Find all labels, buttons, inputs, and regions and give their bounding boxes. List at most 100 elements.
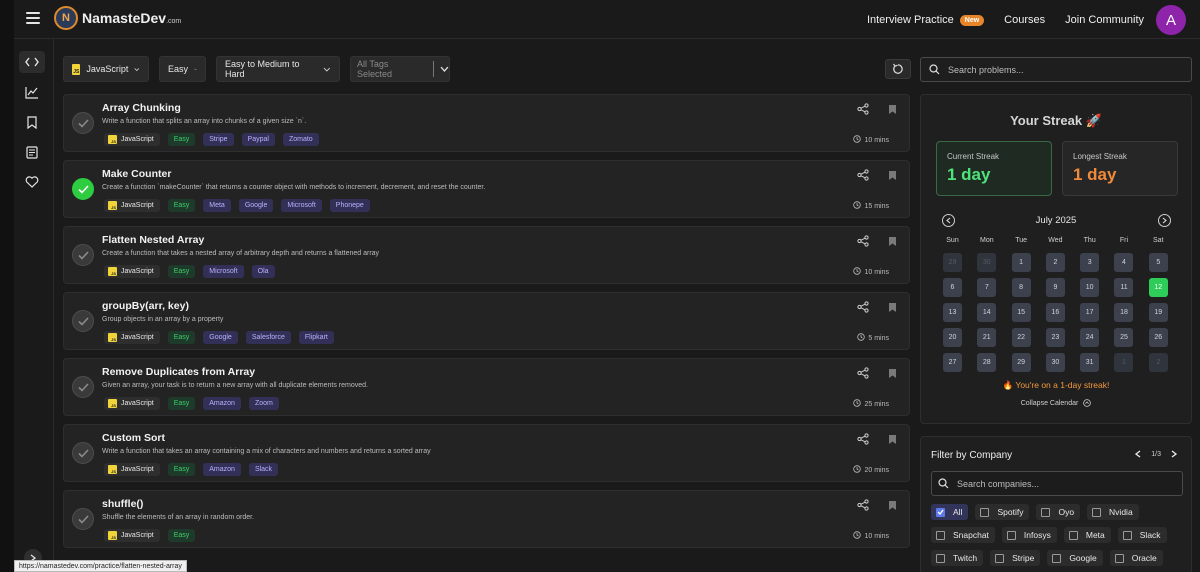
chevron-left-icon[interactable] (1135, 450, 1141, 458)
calendar-day[interactable]: 2 (1045, 253, 1065, 272)
next-month-button[interactable] (1158, 214, 1171, 227)
calendar-day[interactable]: 10 (1080, 278, 1100, 297)
problem-title[interactable]: Flatten Nested Array (102, 234, 204, 246)
checkbox[interactable] (1068, 530, 1078, 540)
checkbox[interactable] (1041, 507, 1051, 517)
share-icon[interactable] (857, 366, 869, 384)
calendar-day[interactable]: 3 (1080, 253, 1100, 272)
company-chip[interactable]: Spotify (975, 504, 1030, 520)
calendar-day[interactable]: 23 (1045, 328, 1065, 347)
calendar-day[interactable]: 19 (1148, 303, 1168, 322)
chevron-right-icon[interactable] (1171, 450, 1177, 458)
checkbox[interactable] (936, 553, 945, 563)
problem-row[interactable]: Custom Sort Write a function that takes a… (63, 424, 910, 482)
problem-title[interactable]: Make Counter (102, 168, 171, 180)
difficulty-dropdown[interactable]: Easy (159, 56, 206, 82)
problem-title[interactable]: shuffle() (102, 498, 143, 510)
range-dropdown[interactable]: Easy to Medium to Hard (216, 56, 340, 82)
calendar-day[interactable]: 2 (1148, 353, 1168, 372)
problem-title[interactable]: Array Chunking (102, 102, 181, 114)
problem-title[interactable]: Remove Duplicates from Array (102, 366, 255, 378)
calendar-day[interactable]: 13 (943, 303, 962, 322)
problem-title[interactable]: Custom Sort (102, 432, 165, 444)
calendar-day[interactable]: 1 (1011, 253, 1031, 272)
problem-row[interactable]: Flatten Nested Array Create a function th… (63, 226, 910, 284)
calendar-day[interactable]: 5 (1148, 253, 1168, 272)
problem-row[interactable]: Remove Duplicates from Array Given an arr… (63, 358, 910, 416)
checkbox[interactable] (1092, 507, 1102, 517)
calendar-day[interactable]: 7 (977, 278, 997, 297)
calendar-day[interactable]: 24 (1080, 328, 1100, 347)
checkbox[interactable] (1006, 530, 1016, 540)
calendar-day[interactable]: 16 (1045, 303, 1065, 322)
company-chip[interactable]: Google (1047, 550, 1103, 566)
calendar-day[interactable]: 30 (977, 253, 997, 272)
chart-icon[interactable] (19, 81, 45, 103)
calendar-day[interactable]: 21 (977, 328, 997, 347)
company-chip[interactable]: Oyo (1036, 504, 1081, 520)
problem-row[interactable]: Make Counter Create a function `makeCount… (63, 160, 910, 218)
share-icon[interactable] (857, 168, 869, 186)
bookmark-icon[interactable] (888, 102, 897, 120)
calendar-day[interactable]: 8 (1011, 278, 1031, 297)
company-chip[interactable]: Infosys (1001, 527, 1057, 543)
company-chip[interactable]: All (931, 504, 969, 520)
calendar-day[interactable]: 29 (1011, 353, 1031, 372)
problem-row[interactable]: shuffle() Shuffle the elements of an arra… (63, 490, 910, 548)
bookmark-icon[interactable] (888, 300, 897, 318)
checkbox[interactable] (936, 530, 945, 540)
checkbox[interactable] (995, 553, 1005, 563)
share-icon[interactable] (857, 102, 869, 120)
reset-filters-button[interactable] (885, 59, 911, 79)
problem-row[interactable]: Array Chunking Write a function that spli… (63, 94, 910, 152)
menu-icon[interactable] (26, 12, 40, 25)
checkbox[interactable] (936, 507, 945, 517)
bookmark-icon[interactable] (888, 234, 897, 252)
calendar-day-active[interactable]: 12 (1148, 278, 1168, 297)
calendar-day[interactable]: 11 (1114, 278, 1134, 297)
calendar-day[interactable]: 28 (977, 353, 997, 372)
checkbox[interactable] (1122, 530, 1132, 540)
problem-title[interactable]: groupBy(arr, key) (102, 300, 189, 312)
calendar-day[interactable]: 1 (1114, 353, 1134, 372)
company-chip[interactable]: Nvidia (1087, 504, 1139, 520)
bookmark-icon[interactable] (888, 432, 897, 450)
company-chip[interactable]: Meta (1063, 527, 1111, 543)
calendar-day[interactable]: 29 (943, 253, 962, 272)
bookmark-icon[interactable] (19, 111, 45, 133)
calendar-day[interactable]: 25 (1114, 328, 1134, 347)
company-chip[interactable]: Stripe (990, 550, 1041, 566)
share-icon[interactable] (857, 300, 869, 318)
bookmark-icon[interactable] (888, 168, 897, 186)
share-icon[interactable] (857, 498, 869, 516)
avatar[interactable]: A (1156, 5, 1186, 35)
checkbox[interactable] (980, 507, 990, 517)
checkbox[interactable] (1052, 553, 1062, 563)
company-chip[interactable]: Slack (1117, 527, 1167, 543)
bookmark-icon[interactable] (888, 366, 897, 384)
search-input[interactable] (948, 64, 1178, 75)
collapse-calendar-button[interactable]: Collapse Calendar (921, 399, 1191, 407)
notes-icon[interactable] (19, 141, 45, 163)
logo[interactable]: N NamasteDev.com (54, 6, 181, 30)
calendar-day[interactable]: 14 (977, 303, 997, 322)
company-chip[interactable]: Snapchat (931, 527, 995, 543)
bookmark-icon[interactable] (888, 498, 897, 516)
calendar-day[interactable]: 22 (1011, 328, 1031, 347)
calendar-day[interactable]: 9 (1045, 278, 1065, 297)
checkbox[interactable] (1114, 553, 1124, 563)
company-chip[interactable]: Twitch (931, 550, 984, 566)
calendar-day[interactable]: 26 (1148, 328, 1168, 347)
calendar-day[interactable]: 4 (1114, 253, 1134, 272)
company-chip[interactable]: Oracle (1109, 550, 1163, 566)
share-icon[interactable] (857, 234, 869, 252)
calendar-day[interactable]: 17 (1080, 303, 1100, 322)
nav-courses[interactable]: Courses (1004, 14, 1045, 26)
calendar-day[interactable]: 30 (1045, 353, 1065, 372)
share-icon[interactable] (857, 432, 869, 450)
problem-row[interactable]: groupBy(arr, key) Group objects in an arr… (63, 292, 910, 350)
code-icon[interactable] (19, 51, 45, 73)
calendar-day[interactable]: 6 (943, 278, 962, 297)
language-dropdown[interactable]: JS JavaScript (63, 56, 149, 82)
calendar-day[interactable]: 27 (943, 353, 962, 372)
